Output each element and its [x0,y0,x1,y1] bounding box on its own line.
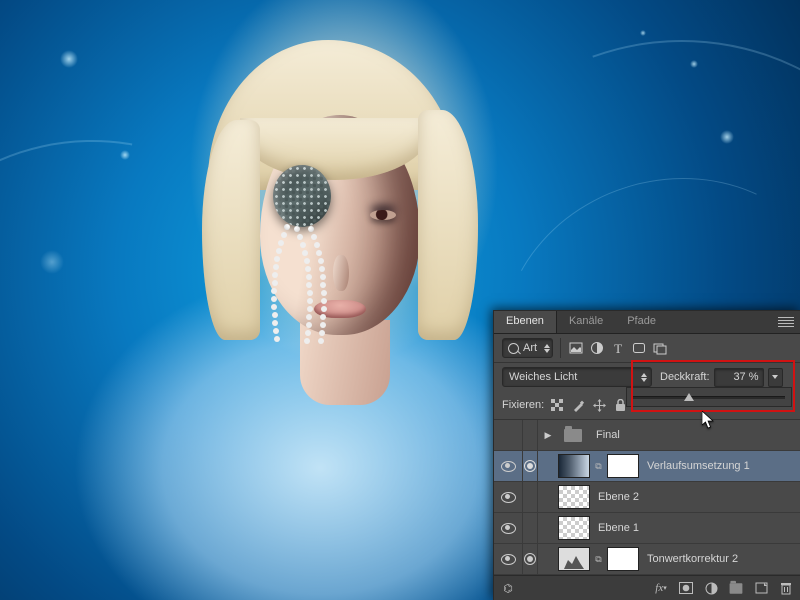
layer-thumbnail[interactable] [558,547,590,571]
mask-icon[interactable] [678,580,694,596]
opacity-slider[interactable] [633,396,785,399]
layer-row-group[interactable]: ▶ Final [494,420,800,451]
layer-name[interactable]: Verlaufsumsetzung 1 [647,460,796,472]
smart-object-icon[interactable] [652,340,668,356]
lock-move-icon[interactable] [592,398,606,412]
tab-paths[interactable]: Pfade [615,311,668,333]
layer-row-gradient-map[interactable]: ⧉ Verlaufsumsetzung 1 [494,451,800,482]
opacity-slider-thumb[interactable] [684,393,694,401]
layer-name[interactable]: Ebene 2 [598,491,796,503]
visibility-toggle[interactable] [498,554,518,565]
trash-icon[interactable] [778,580,794,596]
eye-icon [501,461,516,472]
mask-thumbnail[interactable] [607,454,639,478]
blend-mode-value: Weiches Licht [509,371,577,383]
group-icon[interactable] [728,580,744,596]
eye-icon [501,523,516,534]
eye-icon [501,554,516,565]
layer-thumbnail[interactable] [558,454,590,478]
layers-panel: Ebenen Kanäle Pfade Art T Weiches Licht … [493,310,800,600]
layer-row-raster[interactable]: Ebene 1 [494,513,800,544]
layer-name[interactable]: Final [596,429,796,441]
opacity-label: Deckkraft: [660,371,710,383]
visibility-toggle[interactable] [498,492,518,503]
visibility-toggle[interactable] [498,523,518,534]
lock-paint-icon[interactable] [571,398,585,412]
opacity-dropdown-button[interactable] [768,368,783,387]
lock-transparency-icon[interactable] [550,398,564,412]
lock-label: Fixieren: [502,399,544,411]
layer-row-levels[interactable]: ⧉ Tonwertkorrektur 2 [494,544,800,575]
opacity-input[interactable]: 37 % [714,368,764,387]
fx-icon[interactable]: fx▾ [653,580,669,596]
fill-adjustment-icon[interactable] [703,580,719,596]
layer-filter-type-select[interactable]: Art [502,338,553,358]
new-layer-icon[interactable] [753,580,769,596]
layer-thumbnail[interactable] [558,485,590,509]
tab-layers[interactable]: Ebenen [494,311,557,333]
panel-tabs: Ebenen Kanäle Pfade [494,311,800,334]
link-icon[interactable]: ⌬ [500,580,516,596]
layer-name[interactable]: Tonwertkorrektur 2 [647,553,796,565]
text-icon[interactable]: T [610,340,626,356]
layer-row-raster[interactable]: Ebene 2 [494,482,800,513]
layer-thumbnail[interactable] [558,516,590,540]
panel-menu-button[interactable] [772,311,800,333]
folder-icon [558,424,588,446]
tab-channels[interactable]: Kanäle [557,311,615,333]
layer-name[interactable]: Ebene 1 [598,522,796,534]
adjustment-icon[interactable] [589,340,605,356]
blend-mode-select[interactable]: Weiches Licht [502,367,652,387]
opacity-slider-popup [626,387,792,407]
shape-icon[interactable] [631,340,647,356]
fx-indicator-icon[interactable] [524,460,536,472]
visibility-toggle[interactable] [498,461,518,472]
mask-thumbnail[interactable] [607,547,639,571]
image-filter-icon[interactable] [568,340,584,356]
fx-indicator-icon[interactable] [524,553,536,565]
disclosure-triangle-icon[interactable]: ▶ [542,430,554,441]
opacity-value: 37 % [733,371,758,383]
mask-link-icon[interactable]: ⧉ [594,555,603,564]
layer-filter-toolbar: Art T [494,334,800,363]
filter-type-label: Art [523,342,537,354]
eye-icon [501,492,516,503]
search-icon [508,343,519,354]
layer-list: ▶ Final ⧉ Verlaufsumsetzung 1 Ebene 2 E [494,420,800,575]
panel-footer: ⌬ fx▾ [494,575,800,600]
mask-link-icon[interactable]: ⧉ [594,462,603,471]
